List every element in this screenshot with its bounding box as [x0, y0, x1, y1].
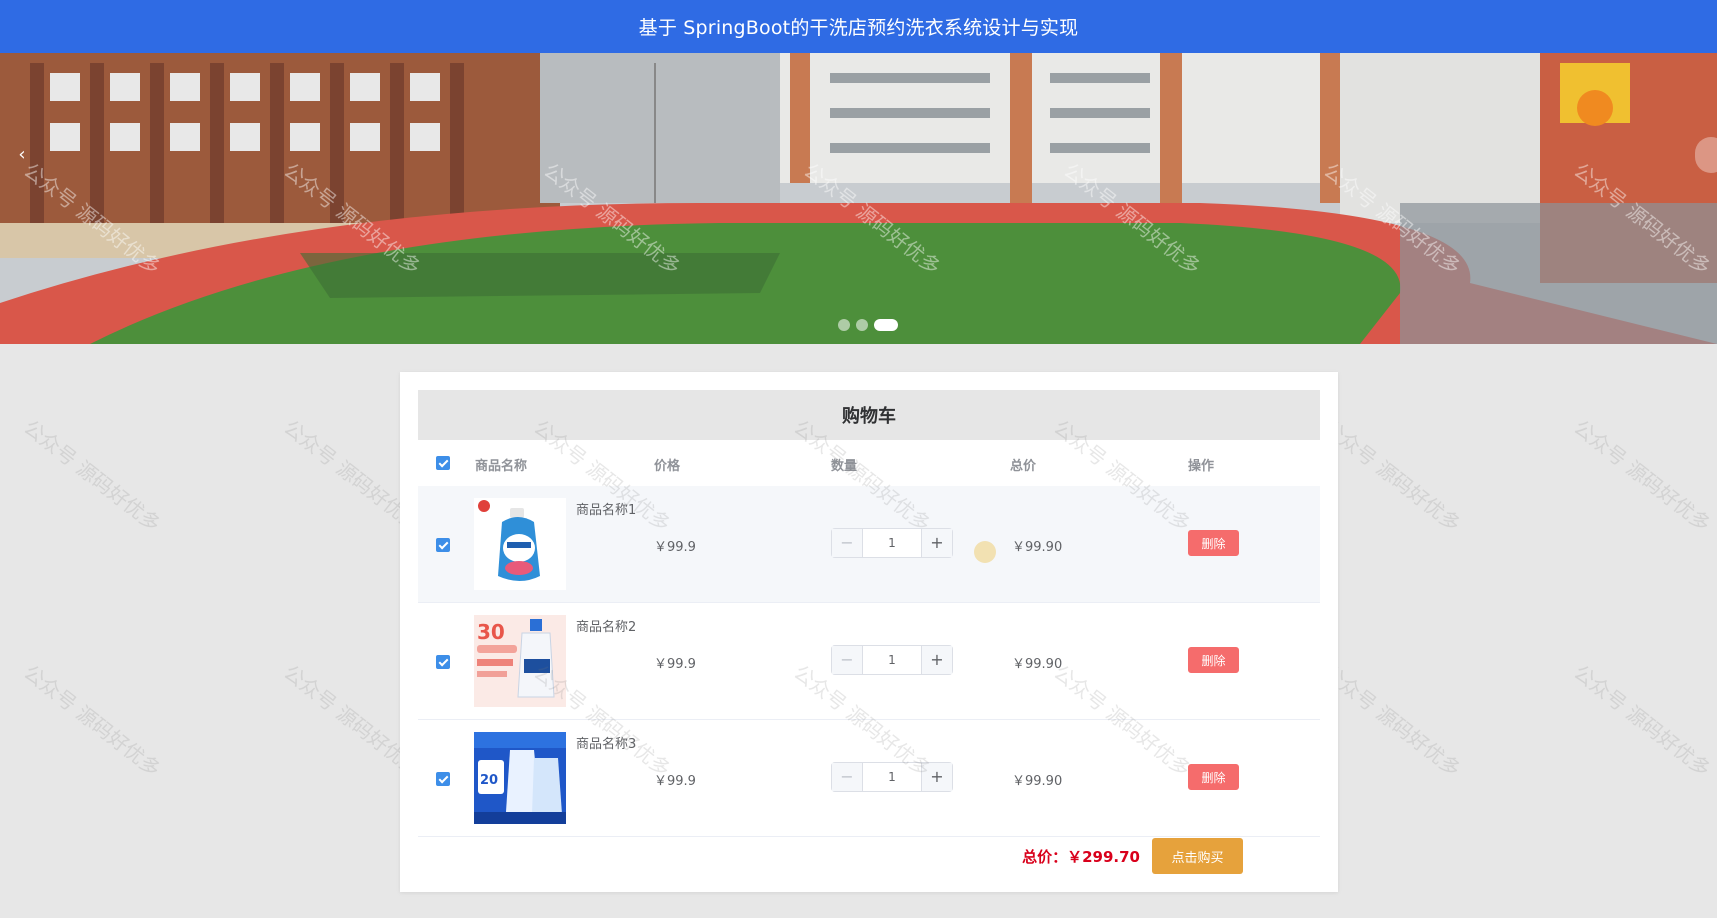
minus-icon[interactable]: −	[832, 763, 863, 791]
cart-total: 总价：￥299.70	[1022, 848, 1140, 866]
product-subtotal: ￥99.90	[1012, 540, 1063, 555]
quantity-input[interactable]	[863, 646, 921, 674]
watermark-text: 公众号 源码好优多	[1319, 660, 1466, 782]
plus-icon[interactable]: +	[921, 763, 952, 791]
column-header-price: 价格	[654, 459, 681, 474]
watermark-text: 公众号 源码好优多	[1319, 415, 1466, 537]
product-price: ￥99.9	[654, 774, 696, 789]
buy-button[interactable]: 点击购买	[1152, 838, 1243, 874]
product-name: 商品名称1	[576, 503, 637, 518]
product-name: 商品名称2	[576, 620, 637, 635]
campus-banner-image	[0, 53, 1717, 344]
product-subtotal: ￥99.90	[1012, 774, 1063, 789]
svg-text:30: 30	[477, 620, 505, 644]
plus-icon[interactable]: +	[921, 529, 952, 557]
row-checkbox[interactable]	[436, 538, 450, 552]
cart-footer: 总价：￥299.70 点击购买	[418, 836, 1320, 876]
mouse-cursor-icon	[974, 541, 996, 563]
shopping-cart-card: 购物车 商品名称 价格 数量 总价 操作 商品名称1 ￥99.9 − +	[400, 372, 1338, 892]
row-checkbox[interactable]	[436, 772, 450, 786]
product-price: ￥99.9	[654, 657, 696, 672]
laundry-promo-image: 30	[474, 615, 566, 707]
quantity-stepper: − +	[831, 528, 953, 558]
detergent-bottle-image	[474, 498, 566, 590]
banner-carousel[interactable]: ‹ 公众号 源码好优多 公众号 源码好优多 公众号 源码好优多 公众号 源码好优…	[0, 53, 1717, 344]
top-header-bar: 基于 SpringBoot的干洗店预约洗衣系统设计与实现	[0, 0, 1717, 53]
product-subtotal: ￥99.90	[1012, 657, 1063, 672]
quantity-input[interactable]	[863, 763, 921, 791]
product-name: 商品名称3	[576, 737, 637, 752]
delete-button[interactable]: 删除	[1188, 764, 1239, 790]
page-title: 基于 SpringBoot的干洗店预约洗衣系统设计与实现	[638, 17, 1079, 39]
quantity-stepper: − +	[831, 762, 953, 792]
cart-title: 购物车	[418, 390, 1320, 440]
carousel-dot[interactable]	[838, 319, 850, 331]
minus-icon[interactable]: −	[832, 646, 863, 674]
select-all-checkbox[interactable]	[436, 456, 450, 470]
carousel-indicators	[838, 319, 898, 331]
delete-button[interactable]: 删除	[1188, 647, 1239, 673]
cart-row: 商品名称1 ￥99.9 − + ￥99.90 删除	[418, 486, 1320, 603]
cart-row: 20 商品名称3 ￥99.9 − + ￥99.90 删除	[418, 720, 1320, 837]
svg-text:20: 20	[480, 773, 498, 788]
product-price: ￥99.9	[654, 540, 696, 555]
minus-icon[interactable]: −	[832, 529, 863, 557]
delete-button[interactable]: 删除	[1188, 530, 1239, 556]
carousel-prev-arrow-icon[interactable]: ‹	[14, 143, 30, 167]
cart-table-header: 商品名称 价格 数量 总价 操作	[418, 440, 1320, 486]
quantity-stepper: − +	[831, 645, 953, 675]
quantity-input[interactable]	[863, 529, 921, 557]
carousel-next-arrow-icon[interactable]	[1695, 137, 1717, 173]
detergent-set-image: 20	[474, 732, 566, 824]
row-checkbox[interactable]	[436, 655, 450, 669]
cart-row: 30 商品名称2 ￥99.9 − + ￥99.90 删除	[418, 603, 1320, 720]
carousel-dot[interactable]	[856, 319, 868, 331]
watermark-text: 公众号 源码好优多	[1569, 415, 1716, 537]
column-header-quantity: 数量	[831, 459, 858, 474]
column-header-action: 操作	[1188, 459, 1215, 474]
watermark-text: 公众号 源码好优多	[19, 660, 166, 782]
watermark-text: 公众号 源码好优多	[19, 415, 166, 537]
carousel-dot-active[interactable]	[874, 319, 898, 331]
watermark-text: 公众号 源码好优多	[1569, 660, 1716, 782]
column-header-name: 商品名称	[475, 459, 528, 474]
column-header-subtotal: 总价	[1010, 459, 1037, 474]
plus-icon[interactable]: +	[921, 646, 952, 674]
